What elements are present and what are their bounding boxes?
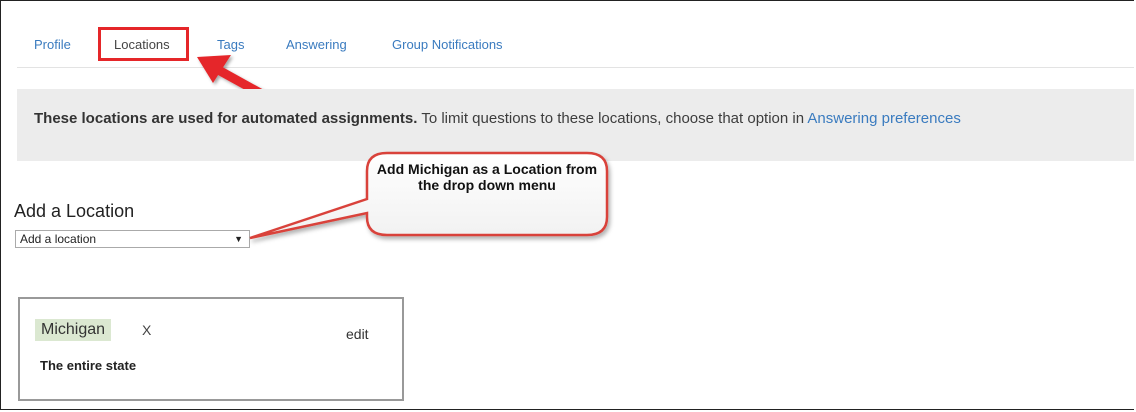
tab-tags[interactable]: Tags [217,37,244,52]
tab-bar: Profile Locations Tags Answering Group N… [17,23,1134,68]
tab-group-notifications[interactable]: Group Notifications [392,37,503,52]
location-tag: Michigan [35,319,112,341]
tab-highlight-box [98,27,189,61]
location-scope: The entire state [40,358,137,373]
edit-location-link[interactable]: edit [346,326,369,342]
location-card: Michigan X edit The entire state [18,297,404,401]
banner-text: These locations are used for automated a… [34,110,961,127]
tab-profile[interactable]: Profile [34,37,71,52]
page-frame: Profile Locations Tags Answering Group N… [0,0,1134,410]
location-select[interactable]: Add a location ▼ [15,230,250,248]
location-select-value: Add a location [20,232,97,246]
banner-body-text: To limit questions to these locations, c… [417,110,808,127]
tab-answering[interactable]: Answering [286,37,347,52]
remove-location-button[interactable]: X [142,322,151,338]
banner-bold-text: These locations are used for automated a… [34,110,418,127]
add-location-heading: Add a Location [14,201,135,221]
callout-bubble [249,151,609,240]
callout-text: Add Michigan as a Location from the drop… [376,161,598,193]
answering-preferences-link[interactable]: Answering preferences [807,110,960,127]
